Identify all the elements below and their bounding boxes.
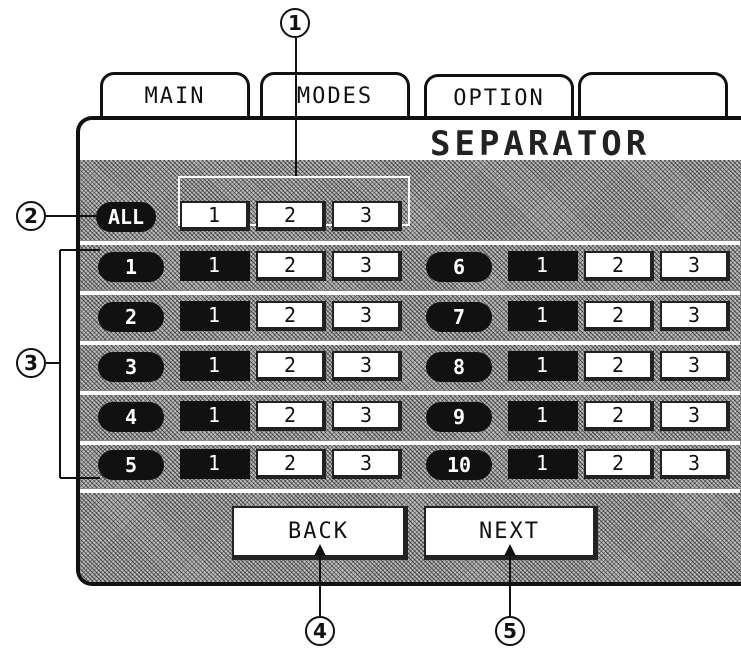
separator-7-button-3[interactable]: 3 xyxy=(660,301,730,331)
row-separator xyxy=(80,488,740,493)
row-separator xyxy=(80,340,740,345)
separator-2-button-3[interactable]: 3 xyxy=(332,301,402,331)
separator-label-9: 9 xyxy=(426,402,492,432)
all-button-3[interactable]: 3 xyxy=(332,201,402,231)
row-separator xyxy=(80,240,740,245)
separator-label-4: 4 xyxy=(98,402,164,432)
separator-label-2: 2 xyxy=(98,302,164,332)
separator-label-10: 10 xyxy=(426,450,492,480)
row-separator xyxy=(80,290,740,295)
separator-4-button-2[interactable]: 2 xyxy=(256,401,326,431)
separator-8-button-3[interactable]: 3 xyxy=(660,351,730,381)
screen-title: SEPARATOR xyxy=(430,124,651,164)
back-button[interactable]: BACK xyxy=(232,506,408,560)
tab-option[interactable]: OPTION xyxy=(424,74,574,120)
separator-7-button-1[interactable]: 1 xyxy=(508,301,578,331)
separator-3-button-3[interactable]: 3 xyxy=(332,351,402,381)
separator-label-6: 6 xyxy=(426,252,492,282)
separator-6-button-2[interactable]: 2 xyxy=(584,251,654,281)
separator-label-3: 3 xyxy=(98,352,164,382)
separator-6-button-1[interactable]: 1 xyxy=(508,251,578,281)
separator-10-button-2[interactable]: 2 xyxy=(584,449,654,479)
separator-9-button-3[interactable]: 3 xyxy=(660,401,730,431)
callout-1: 1 xyxy=(280,8,310,38)
separator-2-button-2[interactable]: 2 xyxy=(256,301,326,331)
callout-4: 4 xyxy=(305,616,335,646)
separator-5-button-2[interactable]: 2 xyxy=(256,449,326,479)
all-button-2[interactable]: 2 xyxy=(256,201,326,231)
separator-4-button-1[interactable]: 1 xyxy=(180,401,250,431)
separator-8-button-2[interactable]: 2 xyxy=(584,351,654,381)
separator-3-button-2[interactable]: 2 xyxy=(256,351,326,381)
separator-1-button-2[interactable]: 2 xyxy=(256,251,326,281)
row-separator xyxy=(80,440,740,445)
row-separator xyxy=(80,390,740,395)
separator-3-button-1[interactable]: 1 xyxy=(180,351,250,381)
separator-9-button-1[interactable]: 1 xyxy=(508,401,578,431)
separator-label-5: 5 xyxy=(98,450,164,480)
separator-5-button-1[interactable]: 1 xyxy=(180,449,250,479)
tab-modes[interactable]: MODES xyxy=(260,72,410,118)
separator-2-button-1[interactable]: 1 xyxy=(180,301,250,331)
separator-label-8: 8 xyxy=(426,352,492,382)
all-button-1[interactable]: 1 xyxy=(180,201,250,231)
separator-7-button-2[interactable]: 2 xyxy=(584,301,654,331)
all-label[interactable]: ALL xyxy=(96,202,156,232)
next-button[interactable]: NEXT xyxy=(424,506,598,560)
separator-6-button-3[interactable]: 3 xyxy=(660,251,730,281)
separator-4-button-3[interactable]: 3 xyxy=(332,401,402,431)
separator-1-button-3[interactable]: 3 xyxy=(332,251,402,281)
separator-label-7: 7 xyxy=(426,302,492,332)
separator-8-button-1[interactable]: 1 xyxy=(508,351,578,381)
callout-3: 3 xyxy=(16,348,46,378)
separator-10-button-3[interactable]: 3 xyxy=(660,449,730,479)
separator-9-button-2[interactable]: 2 xyxy=(584,401,654,431)
separator-label-1: 1 xyxy=(98,252,164,282)
tab-empty[interactable] xyxy=(578,72,728,118)
separator-1-button-1[interactable]: 1 xyxy=(180,251,250,281)
separator-10-button-1[interactable]: 1 xyxy=(508,449,578,479)
callout-2: 2 xyxy=(16,201,46,231)
tab-main[interactable]: MAIN xyxy=(100,72,250,118)
callout-5: 5 xyxy=(495,616,525,646)
separator-5-button-3[interactable]: 3 xyxy=(332,449,402,479)
